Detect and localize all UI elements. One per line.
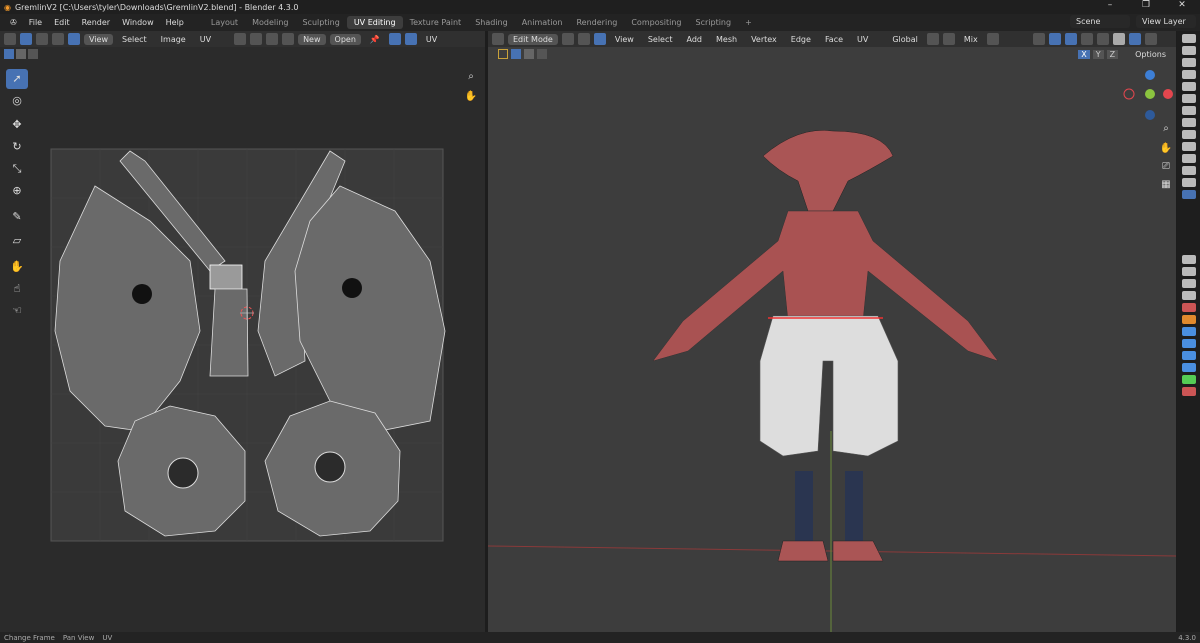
properties-tab-strip bbox=[1177, 31, 1200, 632]
particles-props-icon[interactable] bbox=[1181, 339, 1196, 348]
outliner-camera-icon[interactable] bbox=[1181, 70, 1196, 79]
modifier-props-icon[interactable] bbox=[1181, 327, 1196, 336]
menu-render[interactable]: Render bbox=[76, 18, 116, 27]
window-title: GremlinV2 [C:\Users\tyler\Downloads\Grem… bbox=[14, 2, 299, 12]
menu-window[interactable]: Window bbox=[116, 18, 160, 27]
view-layer-props-icon[interactable] bbox=[1181, 291, 1196, 300]
character-mesh bbox=[652, 130, 999, 562]
x-axis-line bbox=[488, 545, 1176, 557]
tab-sculpting[interactable]: Sculpting bbox=[295, 16, 346, 29]
status-change-frame: Change Frame bbox=[4, 633, 55, 642]
menu-file[interactable]: File bbox=[23, 18, 48, 27]
uv-island-strip-mid bbox=[209, 288, 249, 377]
minimize-button[interactable]: – bbox=[1092, 0, 1128, 10]
blender-menu-icon[interactable]: ✇ bbox=[4, 18, 23, 27]
material-props-icon[interactable] bbox=[1181, 387, 1196, 396]
status-pan-view: Pan View bbox=[62, 633, 95, 642]
uv-dense-center-left bbox=[132, 284, 152, 304]
scene-selector[interactable]: Scene bbox=[1070, 15, 1130, 28]
version-label: 4.3.0 bbox=[1178, 633, 1196, 642]
outliner-camera-icon[interactable] bbox=[1181, 58, 1196, 67]
zoom-icon[interactable]: ⌕ bbox=[1158, 121, 1174, 137]
navigation-gizmo bbox=[1123, 70, 1173, 120]
outliner-camera-icon[interactable] bbox=[1181, 178, 1196, 187]
gizmo-y-axis bbox=[1145, 89, 1155, 99]
status-uv: UV bbox=[102, 633, 113, 642]
3d-viewport: Edit Mode View Select Add Mesh Vertex Ed… bbox=[488, 31, 1176, 632]
uv-editor: View Select Image UV New Open 📌 UV ➚ ◎ ✥… bbox=[0, 31, 485, 632]
data-props-icon[interactable] bbox=[1181, 375, 1196, 384]
close-button[interactable]: ✕ bbox=[1164, 0, 1200, 10]
menu-help[interactable]: Help bbox=[160, 18, 190, 27]
menu-edit[interactable]: Edit bbox=[48, 18, 76, 27]
outliner-camera-icon[interactable] bbox=[1181, 154, 1196, 163]
pan-hand-icon[interactable]: ✋ bbox=[1158, 141, 1174, 157]
uv-ring-hole-right bbox=[314, 451, 346, 483]
constraints-props-icon[interactable] bbox=[1181, 363, 1196, 372]
outliner-camera-icon[interactable] bbox=[1181, 142, 1196, 151]
gizmo-neg-y bbox=[1145, 110, 1155, 120]
menu-bar: ✇ File Edit Render Window Help Layout Mo… bbox=[0, 14, 1200, 31]
physics-props-icon[interactable] bbox=[1181, 351, 1196, 360]
gizmo-z-axis bbox=[1145, 70, 1155, 80]
uv-canvas[interactable] bbox=[0, 31, 485, 632]
tab-modeling[interactable]: Modeling bbox=[245, 16, 295, 29]
tab-rendering[interactable]: Rendering bbox=[569, 16, 624, 29]
gizmo-neg-x bbox=[1123, 88, 1135, 100]
object-props-icon[interactable] bbox=[1181, 315, 1196, 324]
maximize-button[interactable]: ❐ bbox=[1128, 0, 1164, 10]
viewport-scene[interactable] bbox=[488, 31, 1176, 632]
outliner-camera-icon[interactable] bbox=[1181, 118, 1196, 127]
tab-texture-paint[interactable]: Texture Paint bbox=[403, 16, 469, 29]
tab-scripting[interactable]: Scripting bbox=[689, 16, 739, 29]
add-workspace-button[interactable]: + bbox=[738, 16, 759, 29]
uv-island-selected-face bbox=[209, 264, 243, 290]
uv-ring-hole-left bbox=[167, 457, 199, 489]
outliner-camera-icon[interactable] bbox=[1181, 34, 1196, 43]
perspective-toggle-icon[interactable]: ▦ bbox=[1158, 177, 1174, 193]
outliner-camera-icon[interactable] bbox=[1181, 130, 1196, 139]
blender-logo-icon: ◉ bbox=[4, 2, 11, 12]
tab-shading[interactable]: Shading bbox=[468, 16, 515, 29]
tab-layout[interactable]: Layout bbox=[204, 16, 245, 29]
outliner-camera-icon[interactable] bbox=[1181, 94, 1196, 103]
title-bar: ◉ GremlinV2 [C:\Users\tyler\Downloads\Gr… bbox=[0, 0, 1200, 14]
output-props-icon[interactable] bbox=[1181, 279, 1196, 288]
outliner-camera-icon[interactable] bbox=[1181, 190, 1196, 199]
camera-view-icon[interactable]: ⎚ bbox=[1158, 159, 1174, 175]
outliner-camera-icon[interactable] bbox=[1181, 46, 1196, 55]
tab-uv-editing[interactable]: UV Editing bbox=[346, 16, 403, 29]
tool-props-icon[interactable] bbox=[1181, 255, 1196, 264]
outliner-camera-icon[interactable] bbox=[1181, 166, 1196, 175]
view-layer-selector[interactable]: View Layer bbox=[1136, 15, 1196, 28]
scene-props-icon[interactable] bbox=[1181, 303, 1196, 312]
tab-animation[interactable]: Animation bbox=[515, 16, 570, 29]
outliner-camera-icon[interactable] bbox=[1181, 82, 1196, 91]
tab-compositing[interactable]: Compositing bbox=[624, 16, 688, 29]
render-props-icon[interactable] bbox=[1181, 267, 1196, 276]
status-bar: Change Frame Pan View UV 4.3.0 bbox=[0, 632, 1200, 643]
outliner-camera-icon[interactable] bbox=[1181, 106, 1196, 115]
uv-dense-center-right bbox=[342, 278, 362, 298]
gizmo-x-axis bbox=[1163, 89, 1173, 99]
